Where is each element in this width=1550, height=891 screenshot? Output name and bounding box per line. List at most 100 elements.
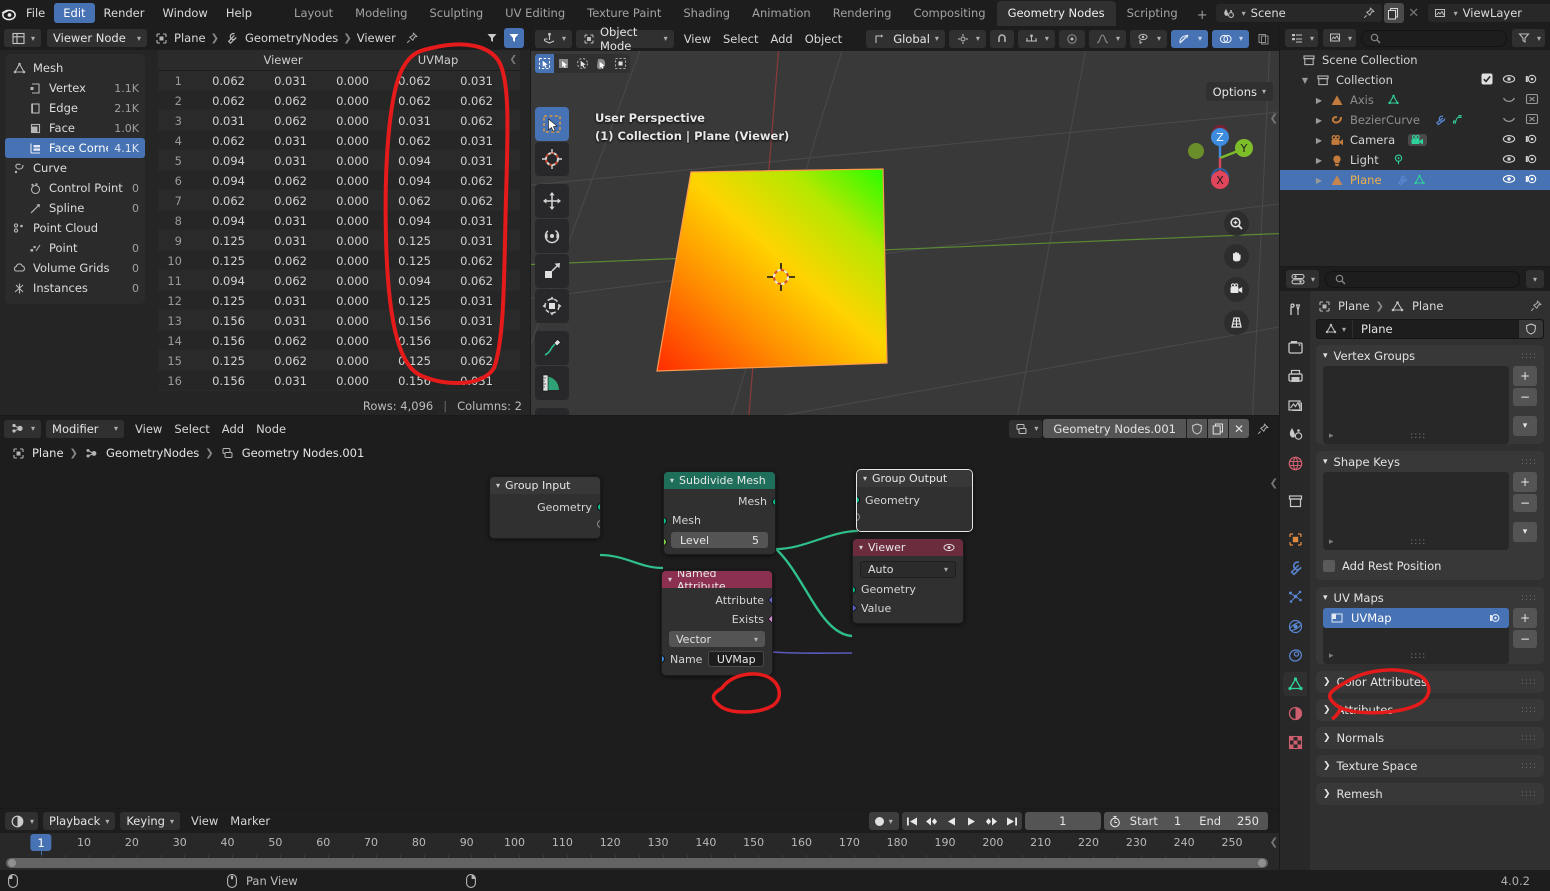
viewlayer-selector[interactable]: ▾ ViewLayer xyxy=(1427,4,1550,22)
column-group-uvmap[interactable]: UVMap xyxy=(376,53,500,67)
current-frame-field[interactable]: 1 xyxy=(1024,812,1101,830)
disclosure-triangle-icon[interactable]: ▶ xyxy=(1314,96,1324,105)
table-row[interactable]: 10 0.125 0.062 0.000 0.125 0.062 xyxy=(158,251,520,271)
table-row[interactable]: 3 0.031 0.062 0.000 0.031 0.062 xyxy=(158,111,520,131)
panel-header-vertex-groups[interactable]: ▾ Vertex Groups :::: xyxy=(1316,345,1544,366)
node-sidebar-arrow[interactable]: ❮ xyxy=(1270,478,1278,489)
socket-virtual[interactable] xyxy=(857,513,860,521)
add-shape-key-button[interactable]: + xyxy=(1513,472,1537,492)
dataset-row-volume-grids[interactable]: Volume Grids 0 xyxy=(5,258,145,278)
chevron-right-icon[interactable]: ❯ xyxy=(1323,733,1331,743)
dataset-row-face[interactable]: Face 1.0K xyxy=(5,118,145,138)
node-output-mesh[interactable]: Mesh xyxy=(664,492,775,511)
socket-value-in[interactable] xyxy=(853,602,858,614)
dataset-row-edge[interactable]: Edge 2.1K xyxy=(5,98,145,118)
filter-toggle-icon[interactable] xyxy=(482,28,502,48)
table-row[interactable]: 4 0.062 0.031 0.000 0.062 0.031 xyxy=(158,131,520,151)
eye-closed-icon[interactable] xyxy=(1502,93,1516,108)
node-header[interactable]: ▾ Named Attribute xyxy=(662,571,772,593)
tool-transform[interactable] xyxy=(535,289,569,323)
list-box[interactable]: ▸:::: xyxy=(1323,366,1509,444)
node-header[interactable]: ▾ Group Input xyxy=(490,477,600,494)
chevron-down-icon[interactable]: ▾ xyxy=(496,481,500,490)
workspace-tab-shading[interactable]: Shading xyxy=(672,1,741,26)
node-input-geometry[interactable]: Geometry xyxy=(853,580,963,599)
socket-name-in[interactable] xyxy=(662,655,665,663)
pivot-point-selector[interactable]: ▾ xyxy=(948,29,986,48)
unlink-nodetree-button[interactable]: ✕ xyxy=(1229,419,1249,438)
tool-annotate[interactable] xyxy=(535,331,569,365)
props-breadcrumb-mesh[interactable]: Plane xyxy=(1412,299,1444,313)
add-uv-map-button[interactable]: + xyxy=(1513,608,1537,628)
outliner-filter-id-type[interactable]: ▾ xyxy=(1323,29,1357,47)
eye-icon[interactable] xyxy=(1502,73,1516,88)
node-breadcrumb-tree[interactable]: Geometry Nodes.001 xyxy=(242,446,365,460)
workspace-tab-animation[interactable]: Animation xyxy=(741,1,822,26)
node-breadcrumb-object[interactable]: Plane xyxy=(32,446,64,460)
outliner-row-plane[interactable]: ▶ Plane xyxy=(1280,170,1550,190)
jump-to-end-button[interactable] xyxy=(1002,812,1022,830)
socket-attribute-out[interactable] xyxy=(767,594,772,606)
chevron-right-icon[interactable]: ❯ xyxy=(1323,705,1331,715)
list-box[interactable]: UVMap ▸:::: xyxy=(1323,608,1509,664)
dataset-row-point-cloud[interactable]: Point Cloud xyxy=(5,218,145,238)
list-expand-arrow[interactable]: ▸ xyxy=(1329,537,1334,547)
viewport-menu-select[interactable]: Select xyxy=(717,30,764,48)
node-input-mesh[interactable]: Mesh xyxy=(664,511,775,530)
overlays-toggle[interactable]: ▾ xyxy=(1211,29,1249,48)
props-breadcrumb-object[interactable]: Plane xyxy=(1338,299,1370,313)
node-input-name[interactable]: Name UVMap xyxy=(662,649,772,669)
editor-type-selector-props[interactable]: ▾ xyxy=(1286,270,1320,288)
chevron-down-icon[interactable]: ▾ xyxy=(1323,351,1328,361)
tab-output[interactable] xyxy=(1283,364,1307,388)
outliner-row-beziercurve[interactable]: ▶ BezierCurve xyxy=(1280,110,1550,130)
viewport-canvas[interactable]: Options ▾ User Perspective (1) Collectio… xyxy=(531,51,1279,415)
node-output-virtual[interactable] xyxy=(490,517,600,533)
select-lasso-icon[interactable] xyxy=(592,54,611,73)
copy-nodetree-button[interactable] xyxy=(1208,419,1228,438)
tool-measure[interactable] xyxy=(535,366,569,400)
uv-map-list-item[interactable]: UVMap xyxy=(1323,608,1509,628)
workspace-tab-texture-paint[interactable]: Texture Paint xyxy=(576,1,672,26)
table-row[interactable]: 2 0.062 0.062 0.000 0.062 0.062 xyxy=(158,91,520,111)
tab-material[interactable] xyxy=(1283,701,1307,725)
shape-keys-list[interactable]: ▸:::: + − ▾ xyxy=(1323,472,1537,550)
table-row[interactable]: 13 0.156 0.031 0.000 0.156 0.031 xyxy=(158,311,520,331)
outliner-row-scene-collection[interactable]: Scene Collection xyxy=(1280,50,1550,70)
disclosure-triangle-icon[interactable]: ▶ xyxy=(1314,176,1324,185)
playback-popover[interactable]: Playback ▾ xyxy=(43,812,116,830)
workspace-tab-rendering[interactable]: Rendering xyxy=(822,1,903,26)
node-menu-select[interactable]: Select xyxy=(168,420,215,438)
dataset-row-vertex[interactable]: Vertex 1.1K xyxy=(5,78,145,98)
chevron-right-icon[interactable]: ❯ xyxy=(1323,761,1331,771)
panel-header-texture-space[interactable]: ❯ Texture Space:::: xyxy=(1316,755,1544,777)
spreadsheet-mode-selector[interactable]: Viewer Node ▾ xyxy=(47,29,148,47)
tab-render[interactable] xyxy=(1283,335,1307,359)
xray-toggle[interactable] xyxy=(1253,29,1273,49)
tab-tool[interactable] xyxy=(1283,297,1307,321)
socket-mesh-out[interactable] xyxy=(772,498,775,506)
fake-user-toggle[interactable] xyxy=(1519,320,1543,338)
node-menu-add[interactable]: Add xyxy=(216,420,250,438)
select-circle-icon[interactable] xyxy=(573,54,592,73)
transform-orientation-selector[interactable]: Global ▾ xyxy=(866,29,945,48)
vertex-groups-list[interactable]: ▸:::: + − ▾ xyxy=(1323,366,1537,444)
node-menu-node[interactable]: Node xyxy=(250,420,292,438)
socket-exists-out[interactable] xyxy=(767,613,772,625)
tab-constraints[interactable] xyxy=(1283,643,1307,667)
node-group-output[interactable]: ▾ Group Output Geometry xyxy=(856,469,973,532)
chevron-right-icon[interactable]: ❯ xyxy=(1323,789,1331,799)
dataset-row-curve[interactable]: Curve xyxy=(5,158,145,178)
workspace-tab-sculpting[interactable]: Sculpting xyxy=(418,1,494,26)
node-viewer[interactable]: ▾ Viewer Auto ▾ Geometry Value xyxy=(852,538,964,624)
properties-search-input[interactable] xyxy=(1325,270,1520,288)
panel-header-shape-keys[interactable]: ▾ Shape Keys :::: xyxy=(1316,451,1544,472)
outliner-row-light[interactable]: ▶ Light xyxy=(1280,150,1550,170)
viewport-options-dropdown[interactable]: Options ▾ xyxy=(1205,82,1273,101)
keying-popover[interactable]: Keying ▾ xyxy=(120,812,180,830)
start-frame-value[interactable]: 1 xyxy=(1166,814,1191,828)
node-breadcrumb-modifier[interactable]: GeometryNodes xyxy=(106,446,199,460)
add-workspace-button[interactable]: + xyxy=(1189,5,1216,26)
panel-header-normals[interactable]: ❯ Normals:::: xyxy=(1316,727,1544,749)
dataset-row-control-point[interactable]: Control Point 0 xyxy=(5,178,145,198)
